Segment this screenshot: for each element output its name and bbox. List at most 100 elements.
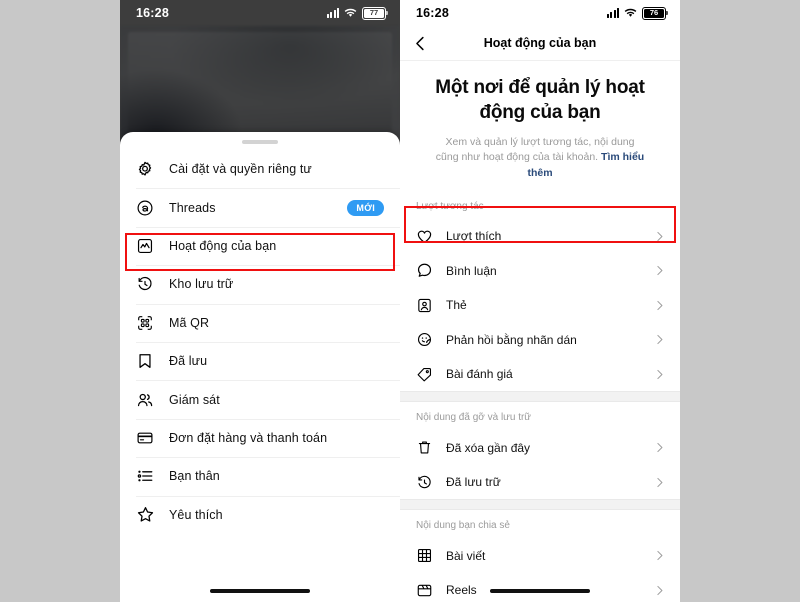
star-icon	[136, 504, 162, 526]
list-item-recently-deleted[interactable]: Đã xóa gần đây	[400, 430, 680, 465]
navigation-bar: Hoạt động của bạn	[400, 26, 680, 61]
chevron-right-icon	[653, 264, 666, 277]
page-title: Hoạt động của bạn	[483, 36, 597, 50]
list-item-sticker-responses[interactable]: Phản hồi bằng nhãn dán	[400, 322, 680, 357]
status-time: 16:28	[136, 6, 169, 20]
close-friends-list-icon	[136, 465, 162, 487]
chevron-right-icon	[653, 476, 666, 489]
cellular-signal-icon	[326, 8, 339, 18]
menu-item-orders-payments[interactable]: Đơn đặt hàng và thanh toán	[120, 418, 400, 457]
hero-section: Một nơi để quản lý hoạt động của bạn Xem…	[400, 61, 680, 191]
list-item-label: Phản hồi bằng nhãn dán	[446, 332, 577, 347]
supervision-people-icon	[136, 389, 162, 411]
reels-clapper-icon	[416, 582, 438, 599]
menu-item-label: Mã QR	[169, 315, 210, 330]
menu-item-qr-code[interactable]: Mã QR	[120, 303, 400, 342]
tag-card-icon	[416, 297, 438, 314]
menu-item-label: Threads	[169, 200, 216, 215]
section-header-interactions: Lượt tương tác	[416, 200, 484, 212]
status-indicators: 76	[606, 6, 668, 20]
home-bar	[210, 589, 310, 593]
new-badge: MỚI	[347, 199, 384, 216]
chevron-right-icon	[653, 549, 666, 562]
menu-item-label: Yêu thích	[169, 507, 223, 522]
list-item-label: Lượt thích	[446, 229, 502, 244]
menu-item-label: Giám sát	[169, 392, 220, 407]
wifi-icon	[624, 8, 637, 18]
left-phone-screen: 16:28 77 Cài đặt và quyền riêng tư Threa…	[120, 0, 400, 602]
battery-level: 77	[369, 8, 379, 18]
gear-settings-icon	[136, 158, 162, 180]
dimmed-background-content	[120, 26, 400, 142]
menu-item-close-friends[interactable]: Bạn thân	[120, 457, 400, 495]
trash-icon	[416, 439, 438, 456]
menu-item-your-activity[interactable]: Hoạt động của bạn	[120, 226, 400, 265]
heart-icon	[416, 228, 438, 245]
archive-clock-icon	[136, 273, 162, 295]
list-item-label: Bình luận	[446, 263, 497, 278]
qr-code-icon	[136, 312, 162, 334]
list-item-likes[interactable]: Lượt thích	[400, 219, 680, 254]
comment-bubble-icon	[416, 262, 438, 279]
chevron-right-icon	[653, 230, 666, 243]
status-time: 16:28	[416, 6, 449, 20]
bottom-sheet-menu: Cài đặt và quyền riêng tư Threads MỚI Ho…	[120, 132, 400, 602]
cellular-signal-icon	[606, 8, 619, 18]
screenshot-stage: 16:28 77 Cài đặt và quyền riêng tư Threa…	[0, 0, 800, 602]
battery-icon: 76	[642, 6, 668, 20]
menu-item-label: Kho lưu trữ	[169, 277, 234, 292]
menu-item-saved[interactable]: Đã lưu	[120, 341, 400, 380]
menu-item-settings[interactable]: Cài đặt và quyền riêng tư	[120, 150, 400, 188]
list-item-reels[interactable]: Reels	[400, 573, 680, 602]
review-tag-icon	[416, 366, 438, 383]
list-item-label: Thẻ	[446, 298, 467, 313]
hero-title: Một nơi để quản lý hoạt động của bạn	[435, 77, 645, 124]
list-item-label: Đã xóa gần đây	[446, 440, 531, 455]
menu-item-label: Hoạt động của bạn	[169, 238, 277, 253]
menu-item-label: Cài đặt và quyền riêng tư	[169, 162, 312, 177]
grid-posts-icon	[416, 547, 438, 564]
menu-item-label: Đơn đặt hàng và thanh toán	[169, 430, 328, 445]
list-item-reviews[interactable]: Bài đánh giá	[400, 357, 680, 392]
threads-icon	[136, 197, 162, 219]
battery-icon: 77	[362, 6, 388, 20]
status-indicators: 77	[326, 6, 388, 20]
drag-handle[interactable]	[242, 140, 278, 144]
list-item-label: Bài đánh giá	[446, 367, 513, 382]
menu-item-label: Đã lưu	[169, 354, 208, 369]
chevron-right-icon	[653, 584, 666, 597]
home-bar	[490, 589, 590, 593]
right-status-bar: 16:28 76	[400, 0, 680, 26]
activity-chart-icon	[136, 235, 162, 257]
menu-item-supervision[interactable]: Giám sát	[120, 380, 400, 418]
chevron-right-icon	[653, 441, 666, 454]
list-item-comments[interactable]: Bình luận	[400, 253, 680, 288]
archive-clock-icon	[416, 474, 438, 491]
back-chevron-icon[interactable]	[410, 33, 430, 53]
list-item-tags[interactable]: Thẻ	[400, 288, 680, 323]
sticker-smiley-icon	[416, 331, 438, 348]
battery-level: 76	[649, 8, 659, 18]
chevron-right-icon	[653, 299, 666, 312]
menu-item-favorites[interactable]: Yêu thích	[120, 495, 400, 534]
section-divider	[400, 391, 680, 403]
list-item-label: Đã lưu trữ	[446, 475, 501, 490]
menu-item-threads[interactable]: Threads MỚI	[120, 188, 400, 226]
list-item-label: Bài viết	[446, 548, 486, 563]
section-divider	[400, 499, 680, 511]
wifi-icon	[344, 8, 357, 18]
list-item-label: Reels	[446, 583, 477, 598]
chevron-right-icon	[653, 368, 666, 381]
chevron-right-icon	[653, 333, 666, 346]
hero-description: Xem và quản lý lượt tương tác, nội dung …	[434, 135, 646, 181]
bookmark-icon	[136, 350, 162, 372]
menu-item-label: Bạn thân	[169, 469, 220, 484]
list-item-archived[interactable]: Đã lưu trữ	[400, 465, 680, 500]
right-phone-screen: 16:28 76 Hoạt động của bạn Một nơi để qu…	[400, 0, 680, 602]
menu-item-archive[interactable]: Kho lưu trữ	[120, 265, 400, 303]
left-status-bar: 16:28 77	[120, 0, 400, 26]
section-header-shared-content: Nội dung bạn chia sẻ	[416, 520, 510, 532]
menu-list: Cài đặt và quyền riêng tư Threads MỚI Ho…	[120, 150, 400, 534]
list-item-posts[interactable]: Bài viết	[400, 538, 680, 573]
section-header-removed-archived: Nội dung đã gỡ và lưu trữ	[416, 412, 532, 424]
